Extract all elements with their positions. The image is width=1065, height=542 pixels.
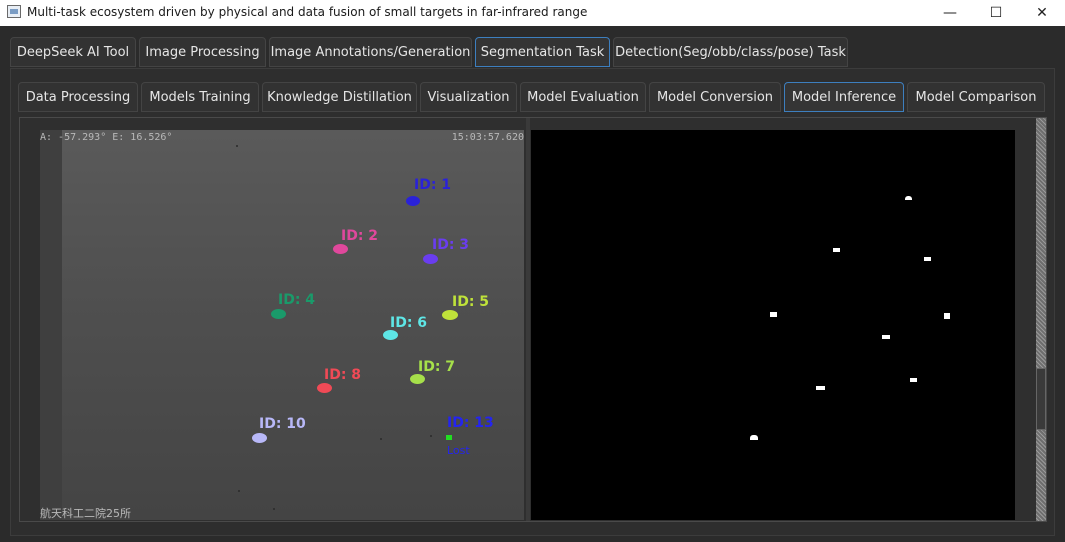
target-blob-4 — [271, 309, 286, 319]
target-blob-6 — [383, 330, 398, 340]
subtab-visualization[interactable]: Visualization — [420, 82, 517, 112]
mask-5 — [944, 313, 950, 319]
subtab-model-inference[interactable]: Model Inference — [784, 82, 904, 112]
target-label-3: ID: 3 — [432, 237, 470, 253]
target-blob-8 — [317, 383, 332, 393]
target-label-10: ID: 10 — [259, 416, 306, 432]
title-bar: Multi-task ecosystem driven by physical … — [0, 0, 1065, 26]
target-label-2: ID: 2 — [341, 228, 379, 244]
mask-7 — [910, 378, 917, 382]
mask-10 — [750, 435, 758, 440]
target-label-7: ID: 7 — [418, 359, 456, 375]
scrollbar-thumb[interactable] — [1036, 368, 1046, 430]
tab-image-processing[interactable]: Image Processing — [139, 37, 266, 67]
target-label-4: ID: 4 — [278, 292, 316, 308]
tab-detection-task[interactable]: Detection(Seg/obb/class/pose) Task — [613, 37, 848, 67]
target-label-1: ID: 1 — [414, 177, 452, 193]
close-button[interactable]: ✕ — [1019, 0, 1065, 26]
target-label-6: ID: 6 — [390, 315, 428, 331]
maximize-button[interactable]: ☐ — [973, 0, 1019, 26]
mask-8 — [816, 386, 825, 390]
image-divider — [526, 118, 530, 521]
coords-readout: A: -57.293° E: 16.526° — [40, 132, 173, 143]
lost-target-marker — [446, 435, 452, 440]
tab-deepseek-ai-tool[interactable]: DeepSeek AI Tool — [10, 37, 136, 67]
target-blob-5 — [442, 310, 458, 320]
mask-1 — [905, 196, 912, 200]
window-title: Multi-task ecosystem driven by physical … — [27, 5, 588, 19]
subtab-model-conversion[interactable]: Model Conversion — [649, 82, 781, 112]
timestamp-readout: 15:03:57.620 — [451, 132, 524, 143]
noise-dot — [273, 508, 275, 510]
vertical-scrollbar[interactable] — [1036, 118, 1046, 521]
target-blob-7 — [410, 374, 425, 384]
main-tab-bar: DeepSeek AI Tool Image Processing Image … — [0, 26, 1065, 68]
minimize-button[interactable]: — — [927, 0, 973, 26]
inference-result-image: A: -57.293° E: 16.526° 15:03:57.620 航天科工… — [40, 130, 524, 520]
noise-dot — [238, 490, 240, 492]
noise-dot — [380, 438, 382, 440]
mask-6 — [882, 335, 890, 339]
target-blob-10 — [252, 433, 267, 443]
lost-label: Lost — [447, 444, 470, 457]
mask-4 — [770, 312, 777, 317]
image-left-strip — [40, 130, 62, 520]
tab-image-annotations[interactable]: Image Annotations/Generation — [269, 37, 472, 67]
target-blob-2 — [333, 244, 348, 254]
tab-segmentation-task[interactable]: Segmentation Task — [475, 37, 610, 67]
target-blob-3 — [423, 254, 438, 264]
target-label-8: ID: 8 — [324, 367, 362, 383]
target-label-5: ID: 5 — [452, 294, 490, 310]
subtab-model-comparison[interactable]: Model Comparison — [907, 82, 1045, 112]
target-label-13: ID: 13 — [447, 415, 494, 431]
subtab-knowledge-distillation[interactable]: Knowledge Distillation — [262, 82, 417, 112]
subtab-data-processing[interactable]: Data Processing — [18, 82, 138, 112]
watermark-text: 航天科工二院25所 — [40, 507, 131, 520]
target-blob-1 — [406, 196, 420, 206]
inference-view: A: -57.293° E: 16.526° 15:03:57.620 航天科工… — [19, 117, 1047, 522]
noise-dot — [236, 145, 238, 147]
subtab-model-evaluation[interactable]: Model Evaluation — [520, 82, 646, 112]
subtab-models-training[interactable]: Models Training — [141, 82, 259, 112]
mask-3 — [924, 257, 931, 261]
segmentation-mask-image — [531, 130, 1015, 520]
mask-2 — [833, 248, 840, 252]
noise-dot — [430, 435, 432, 437]
app-icon — [7, 5, 21, 18]
